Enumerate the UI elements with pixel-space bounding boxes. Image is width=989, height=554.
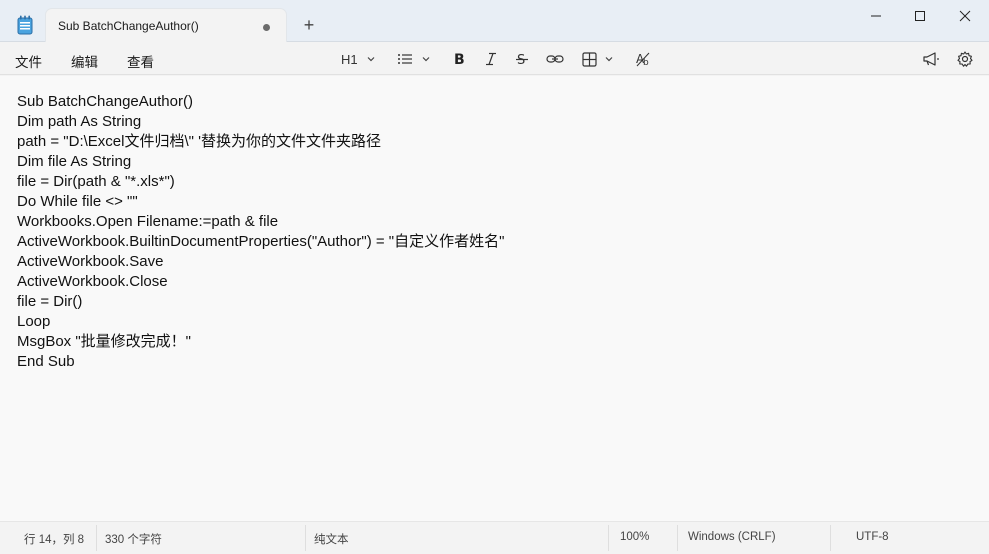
strikethrough-button[interactable]: S	[515, 48, 529, 70]
status-divider	[677, 525, 678, 551]
code-line: ActiveWorkbook.Save	[17, 253, 164, 270]
status-divider	[305, 525, 306, 551]
cursor-position: 行 14，列 8	[24, 534, 85, 546]
text-format[interactable]: 纯文本	[314, 531, 349, 547]
chevron-down-icon	[421, 54, 431, 64]
bold-icon: B	[452, 51, 466, 67]
svg-text:b: b	[643, 58, 649, 67]
encoding[interactable]: UTF-8	[856, 531, 889, 543]
unsaved-dot-icon[interactable]	[263, 24, 270, 31]
italic-icon	[484, 51, 498, 67]
code-line: file = Dir(path & "*.xls*")	[17, 173, 175, 190]
heading-dropdown[interactable]: H1	[341, 48, 376, 70]
menu-edit[interactable]: 编辑	[71, 51, 98, 71]
code-line: MsgBox "批量修改完成！"	[17, 333, 192, 350]
code-line: Sub BatchChangeAuthor()	[17, 93, 193, 110]
menu-file[interactable]: 文件	[15, 51, 42, 71]
heading-label: H1	[341, 51, 358, 67]
zoom-level[interactable]: 100%	[620, 531, 649, 543]
italic-button[interactable]	[484, 48, 498, 70]
code-line: Dim path As String	[17, 113, 142, 130]
close-button[interactable]	[955, 8, 975, 24]
code-line: End Sub	[17, 353, 75, 370]
text-editor[interactable]: Sub BatchChangeAuthor() Dim path As Stri…	[0, 76, 989, 521]
status-divider	[96, 525, 97, 551]
notepad-app-icon	[17, 15, 33, 35]
status-divider	[608, 525, 609, 551]
maximize-button[interactable]	[910, 8, 930, 24]
chevron-down-icon	[366, 54, 376, 64]
strikethrough-icon: S	[515, 51, 529, 67]
clear-formatting-button[interactable]: Ab	[635, 48, 651, 70]
code-line: ActiveWorkbook.Close	[17, 273, 168, 290]
title-bar: Sub BatchChangeAuthor() +	[0, 0, 989, 42]
megaphone-icon	[922, 51, 940, 67]
code-line: Workbooks.Open Filename:=path & file	[17, 213, 279, 230]
bulleted-list-icon	[397, 52, 413, 66]
clear-formatting-icon: Ab	[635, 51, 651, 67]
code-line: path = "D:\Excel文件归档\" '替换为你的文件文件夹路径	[17, 133, 381, 150]
character-count: 330 个字符	[105, 534, 162, 546]
table-dropdown[interactable]	[582, 48, 614, 70]
code-line: Dim file As String	[17, 153, 132, 170]
code-line: file = Dir()	[17, 293, 83, 310]
status-divider	[830, 525, 831, 551]
gear-icon	[957, 51, 973, 67]
link-icon	[546, 53, 564, 65]
new-tab-button[interactable]: +	[300, 16, 318, 34]
list-dropdown[interactable]	[397, 48, 431, 70]
bold-button[interactable]: B	[452, 48, 466, 70]
svg-text:B: B	[454, 52, 465, 67]
code-line: Loop	[17, 313, 51, 330]
link-button[interactable]	[546, 48, 564, 70]
chevron-down-icon	[604, 54, 614, 64]
status-bar: 行 14，列 8 330 个字符 纯文本 100% Windows (CRLF)…	[0, 521, 989, 554]
minimize-button[interactable]	[866, 8, 886, 24]
line-ending[interactable]: Windows (CRLF)	[688, 531, 776, 543]
tab-title: Sub BatchChangeAuthor()	[58, 19, 199, 33]
document-tab[interactable]: Sub BatchChangeAuthor()	[45, 8, 287, 42]
table-icon	[582, 51, 597, 67]
code-line: Do While file <> ""	[17, 193, 138, 210]
code-line: ActiveWorkbook.BuiltinDocumentProperties…	[17, 233, 505, 250]
menu-bar: 文件 编辑 查看 H1 B S	[0, 42, 989, 75]
menu-view[interactable]: 查看	[127, 51, 154, 71]
feedback-button[interactable]	[922, 48, 940, 70]
settings-button[interactable]	[957, 48, 973, 70]
